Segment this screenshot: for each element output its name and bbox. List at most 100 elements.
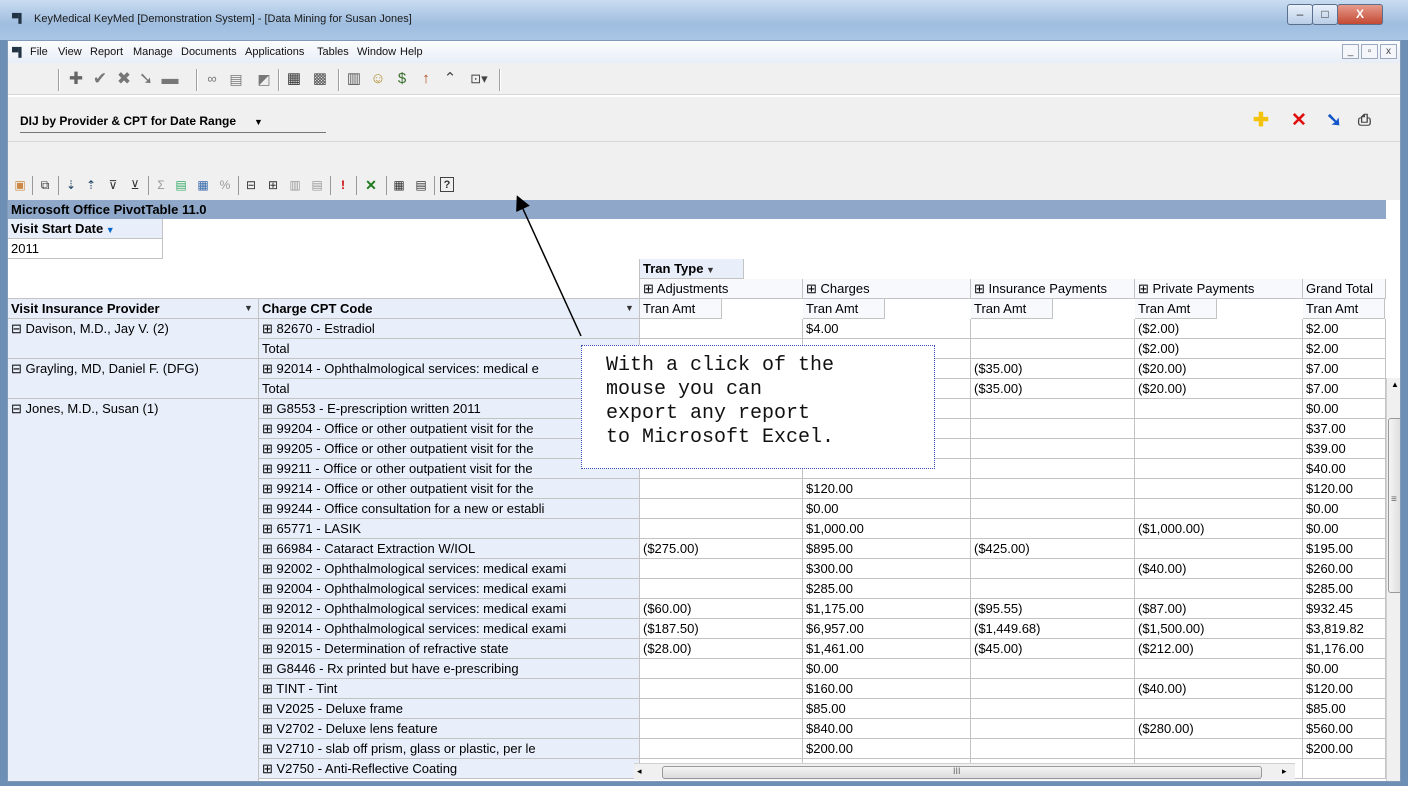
field-list-icon[interactable]: ▦ bbox=[390, 177, 408, 194]
table-icon[interactable]: ▥ bbox=[344, 69, 364, 89]
menu-tables[interactable]: Tables bbox=[317, 46, 349, 58]
column-header-charges[interactable]: ⊞ Charges bbox=[803, 279, 971, 299]
add-report-icon[interactable]: ✚ bbox=[1253, 111, 1269, 131]
data-field-header[interactable]: Tran Amt bbox=[971, 299, 1053, 319]
provider-label[interactable]: ⊟ Jones, M.D., Susan (1) bbox=[8, 399, 259, 781]
menu-documents[interactable]: Documents bbox=[181, 46, 237, 58]
report-selector[interactable]: DIJ by Provider & CPT for Date Range ▼ bbox=[20, 114, 326, 133]
data-field-header[interactable]: Tran Amt bbox=[640, 299, 722, 319]
menu-help[interactable]: Help bbox=[400, 46, 423, 58]
data-field-header[interactable]: Tran Amt bbox=[1303, 299, 1385, 319]
menu-file[interactable]: File bbox=[30, 46, 48, 58]
row-label-cpt[interactable]: ⊞ 92012 - Ophthalmological services: med… bbox=[259, 599, 640, 619]
menu-manage[interactable]: Manage bbox=[133, 46, 173, 58]
menu-applications[interactable]: Applications bbox=[245, 46, 304, 58]
column-header-adjustments[interactable]: ⊞ Adjustments bbox=[640, 279, 803, 299]
column-field-dropdown-icon[interactable]: ▼ bbox=[703, 265, 715, 275]
filter-icon[interactable]: ⊽ bbox=[104, 177, 122, 194]
row-label-cpt[interactable]: ⊞ 82670 - Estradiol bbox=[259, 319, 640, 339]
row-label-cpt[interactable]: ⊞ V2750 - Anti-Reflective Coating bbox=[259, 759, 640, 779]
menu-window[interactable]: Window bbox=[357, 46, 396, 58]
export-excel-icon[interactable]: ✕ bbox=[362, 177, 380, 194]
column-header-private-payments[interactable]: ⊞ Private Payments bbox=[1135, 279, 1303, 299]
mdi-minimize-button[interactable]: _ bbox=[1342, 44, 1359, 59]
provider-label[interactable]: ⊟ Grayling, MD, Daniel F. (DFG) bbox=[8, 359, 259, 399]
people-icon[interactable]: ☺ bbox=[368, 69, 388, 89]
row-label-cpt[interactable]: ⊞ V2702 - Deluxe lens feature bbox=[259, 719, 640, 739]
filter-field-button[interactable]: Visit Start Date ▼ bbox=[8, 219, 163, 239]
row-label-cpt[interactable]: ⊞ 92002 - Ophthalmological services: med… bbox=[259, 559, 640, 579]
expand-icon[interactable]: ⊞ bbox=[264, 177, 282, 194]
notepad-icon[interactable]: ▤ bbox=[226, 69, 246, 89]
autosum-icon[interactable]: Σ bbox=[152, 177, 170, 194]
data-field-header[interactable]: Tran Amt bbox=[1135, 299, 1217, 319]
minimize-button[interactable]: – bbox=[1287, 4, 1313, 25]
row-label-cpt[interactable]: ⊞ 99244 - Office consultation for a new … bbox=[259, 499, 640, 519]
row-label-cpt[interactable]: ⊞ G8446 - Rx printed but have e-prescrib… bbox=[259, 659, 640, 679]
row-label-cpt[interactable]: ⊞ 92014 - Ophthalmological services: med… bbox=[259, 619, 640, 639]
scroll-up-icon[interactable]: ▲ bbox=[1391, 380, 1399, 389]
help-icon[interactable]: ? bbox=[440, 177, 454, 192]
sort-asc-icon[interactable]: ⇣ bbox=[62, 177, 80, 194]
menu-report[interactable]: Report bbox=[90, 46, 123, 58]
row-label-cpt[interactable]: ⊞ 66984 - Cataract Extraction W/IOL bbox=[259, 539, 640, 559]
filter-dropdown-icon[interactable]: ▼ bbox=[103, 225, 115, 235]
close-button[interactable]: X bbox=[1337, 4, 1383, 25]
dropdown-icon[interactable]: ⊡▾ bbox=[464, 69, 494, 89]
provider-label[interactable]: ⊟ Davison, M.D., Jay V. (2) bbox=[8, 319, 259, 359]
row-field-dropdown-icon[interactable]: ▼ bbox=[244, 299, 253, 318]
report-print-icon[interactable]: ⎙ bbox=[1358, 111, 1371, 131]
check-icon[interactable]: ✔ bbox=[90, 69, 110, 89]
row-field-dropdown-icon[interactable]: ▼ bbox=[625, 299, 634, 318]
scroll-right-icon[interactable]: ▸ bbox=[1282, 766, 1287, 777]
show-top-icon[interactable]: ⊻ bbox=[126, 177, 144, 194]
delete-report-icon[interactable]: ✕ bbox=[1291, 111, 1307, 131]
binoculars-icon[interactable]: ∞ bbox=[202, 69, 222, 89]
vertical-scroll-thumb[interactable]: ≡ bbox=[1388, 418, 1400, 593]
redo-icon[interactable]: ➘ bbox=[136, 69, 156, 89]
format-icon[interactable]: ▣ bbox=[11, 177, 29, 194]
row-field-cpt-button[interactable]: Charge CPT Code ▼ bbox=[259, 299, 640, 319]
horizontal-scroll-thumb[interactable]: III bbox=[662, 766, 1262, 779]
subtotal-icon[interactable]: ▤ bbox=[172, 177, 190, 194]
horizontal-scrollbar[interactable]: ◂ III ▸ bbox=[634, 763, 1295, 780]
row-label-cpt[interactable]: ⊞ V2710 - slab off prism, glass or plast… bbox=[259, 739, 640, 759]
hide-details-icon[interactable]: ▥ bbox=[286, 177, 304, 194]
row-field-provider-button[interactable]: Visit Insurance Provider ▼ bbox=[8, 299, 259, 319]
row-label-cpt[interactable]: ⊞ 92004 - Ophthalmological services: med… bbox=[259, 579, 640, 599]
row-label-cpt[interactable]: ⊞ 92015 - Determination of refractive st… bbox=[259, 639, 640, 659]
mdi-restore-button[interactable]: ▫ bbox=[1361, 44, 1378, 59]
app-icon[interactable]: ▀▌ bbox=[12, 13, 25, 23]
calculator-icon[interactable]: ▩ bbox=[310, 69, 330, 89]
download-icon[interactable]: ➘ bbox=[1326, 111, 1342, 131]
edit-icon[interactable]: ◩ bbox=[254, 69, 274, 89]
print-icon[interactable]: ▬ bbox=[160, 69, 180, 89]
percent-icon[interactable]: % bbox=[216, 177, 234, 194]
tools-icon[interactable]: ⌃ bbox=[440, 69, 460, 89]
money-icon[interactable]: $ bbox=[392, 69, 412, 89]
chart-icon[interactable]: ↑ bbox=[416, 69, 436, 89]
data-field-header[interactable]: Tran Amt bbox=[803, 299, 885, 319]
menu-view[interactable]: View bbox=[58, 46, 82, 58]
add-icon[interactable]: ✚ bbox=[66, 69, 86, 89]
show-details-icon[interactable]: ▤ bbox=[308, 177, 326, 194]
row-label-cpt[interactable]: ⊞ 99214 - Office or other outpatient vis… bbox=[259, 479, 640, 499]
mdi-close-button[interactable]: x bbox=[1380, 44, 1397, 59]
property-icon[interactable]: ▤ bbox=[412, 177, 430, 194]
column-header-grand-total[interactable]: Grand Total bbox=[1303, 279, 1386, 299]
scroll-left-icon[interactable]: ◂ bbox=[637, 766, 642, 777]
row-label-cpt[interactable]: ⊞ TINT - Tint bbox=[259, 679, 640, 699]
database-icon[interactable]: ▦ bbox=[284, 69, 304, 89]
column-field-button[interactable]: Tran Type ▼ bbox=[640, 259, 744, 279]
sort-desc-icon[interactable]: ⇡ bbox=[82, 177, 100, 194]
maximize-button[interactable]: □ bbox=[1312, 4, 1338, 25]
collapse-icon[interactable]: ⊟ bbox=[242, 177, 260, 194]
vertical-scrollbar[interactable]: ▲ ≡ ▼ bbox=[1386, 378, 1400, 781]
calculated-icon[interactable]: ▦ bbox=[194, 177, 212, 194]
copy-icon[interactable]: ⧉ bbox=[36, 177, 54, 194]
column-header-insurance-payments[interactable]: ⊞ Insurance Payments bbox=[971, 279, 1135, 299]
refresh-icon[interactable]: ! bbox=[334, 177, 352, 194]
row-label-cpt[interactable]: ⊞ 65771 - LASIK bbox=[259, 519, 640, 539]
mdi-icon[interactable]: ▀▌ bbox=[12, 47, 25, 57]
cancel-icon[interactable]: ✖ bbox=[114, 69, 134, 89]
